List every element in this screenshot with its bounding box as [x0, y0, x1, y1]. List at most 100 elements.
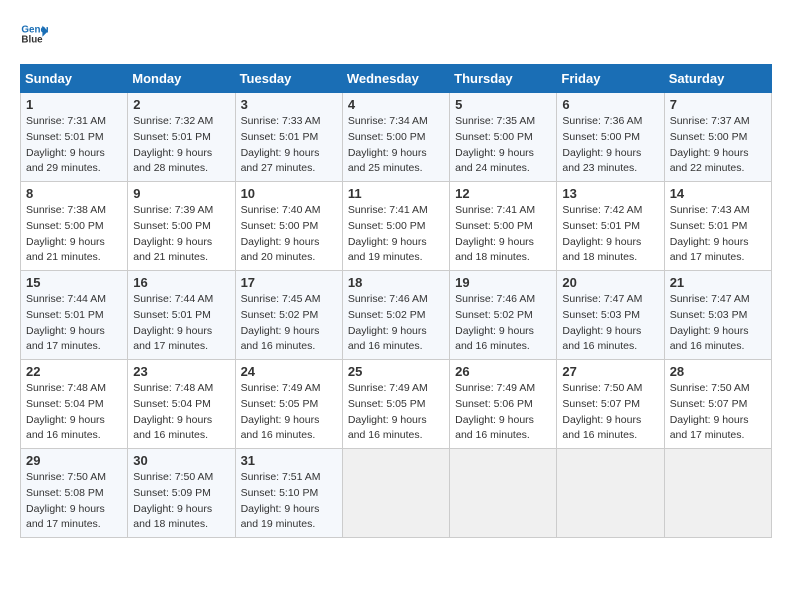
calendar-cell: 9Sunrise: 7:39 AM Sunset: 5:00 PM Daylig… [128, 182, 235, 271]
calendar-week-row: 1 Sunrise: 7:31 AM Sunset: 5:01 PM Daylig… [21, 93, 772, 182]
day-number: 31 [241, 453, 337, 468]
day-info: Sunrise: 7:48 AM Sunset: 5:04 PM Dayligh… [133, 381, 229, 444]
day-of-week-header: Thursday [450, 65, 557, 93]
day-info: Sunrise: 7:48 AM Sunset: 5:04 PM Dayligh… [26, 381, 122, 444]
day-info: Sunrise: 7:49 AM Sunset: 5:05 PM Dayligh… [241, 381, 337, 444]
calendar-cell [450, 449, 557, 538]
day-of-week-header: Sunday [21, 65, 128, 93]
day-info: Sunrise: 7:47 AM Sunset: 5:03 PM Dayligh… [670, 292, 766, 355]
header-row: SundayMondayTuesdayWednesdayThursdayFrid… [21, 65, 772, 93]
calendar-cell: 5 Sunrise: 7:35 AM Sunset: 5:00 PM Daylig… [450, 93, 557, 182]
day-number: 13 [562, 186, 658, 201]
day-info: Sunrise: 7:36 AM Sunset: 5:00 PM Dayligh… [562, 114, 658, 177]
calendar-cell: 25 Sunrise: 7:49 AM Sunset: 5:05 PM Dayli… [342, 360, 449, 449]
day-number: 19 [455, 275, 551, 290]
calendar-cell [342, 449, 449, 538]
calendar-header: SundayMondayTuesdayWednesdayThursdayFrid… [21, 65, 772, 93]
day-info: Sunrise: 7:49 AM Sunset: 5:05 PM Dayligh… [348, 381, 444, 444]
calendar-cell: 17 Sunrise: 7:45 AM Sunset: 5:02 PM Dayli… [235, 271, 342, 360]
day-number: 1 [26, 97, 122, 112]
day-info: Sunrise: 7:33 AM Sunset: 5:01 PM Dayligh… [241, 114, 337, 177]
calendar-week-row: 29 Sunrise: 7:50 AM Sunset: 5:08 PM Dayli… [21, 449, 772, 538]
calendar-cell: 10 Sunrise: 7:40 AM Sunset: 5:00 PM Dayli… [235, 182, 342, 271]
logo-icon: General Blue [20, 20, 48, 48]
day-number: 12 [455, 186, 551, 201]
day-number: 29 [26, 453, 122, 468]
calendar-cell: 29 Sunrise: 7:50 AM Sunset: 5:08 PM Dayli… [21, 449, 128, 538]
calendar-cell: 23 Sunrise: 7:48 AM Sunset: 5:04 PM Dayli… [128, 360, 235, 449]
day-info: Sunrise: 7:50 AM Sunset: 5:07 PM Dayligh… [562, 381, 658, 444]
logo: General Blue [20, 20, 52, 48]
day-number: 20 [562, 275, 658, 290]
day-info: Sunrise: 7:46 AM Sunset: 5:02 PM Dayligh… [455, 292, 551, 355]
calendar-cell: 21 Sunrise: 7:47 AM Sunset: 5:03 PM Dayli… [664, 271, 771, 360]
calendar-cell: 4 Sunrise: 7:34 AM Sunset: 5:00 PM Daylig… [342, 93, 449, 182]
svg-text:Blue: Blue [21, 34, 43, 45]
day-number: 5 [455, 97, 551, 112]
day-number: 21 [670, 275, 766, 290]
day-number: 28 [670, 364, 766, 379]
day-number: 7 [670, 97, 766, 112]
day-of-week-header: Monday [128, 65, 235, 93]
calendar-cell: 22 Sunrise: 7:48 AM Sunset: 5:04 PM Dayli… [21, 360, 128, 449]
day-of-week-header: Friday [557, 65, 664, 93]
day-info: Sunrise: 7:50 AM Sunset: 5:08 PM Dayligh… [26, 470, 122, 533]
calendar-cell: 13Sunrise: 7:42 AM Sunset: 5:01 PM Dayli… [557, 182, 664, 271]
day-number: 10 [241, 186, 337, 201]
day-info: Sunrise: 7:47 AM Sunset: 5:03 PM Dayligh… [562, 292, 658, 355]
calendar-table: SundayMondayTuesdayWednesdayThursdayFrid… [20, 64, 772, 538]
day-number: 24 [241, 364, 337, 379]
day-info: Sunrise: 7:34 AM Sunset: 5:00 PM Dayligh… [348, 114, 444, 177]
calendar-cell [664, 449, 771, 538]
calendar-cell: 27Sunrise: 7:50 AM Sunset: 5:07 PM Dayli… [557, 360, 664, 449]
day-info: Sunrise: 7:35 AM Sunset: 5:00 PM Dayligh… [455, 114, 551, 177]
day-info: Sunrise: 7:45 AM Sunset: 5:02 PM Dayligh… [241, 292, 337, 355]
calendar-cell: 28 Sunrise: 7:50 AM Sunset: 5:07 PM Dayli… [664, 360, 771, 449]
day-number: 18 [348, 275, 444, 290]
calendar-cell: 3 Sunrise: 7:33 AM Sunset: 5:01 PM Daylig… [235, 93, 342, 182]
day-info: Sunrise: 7:40 AM Sunset: 5:00 PM Dayligh… [241, 203, 337, 266]
day-info: Sunrise: 7:32 AM Sunset: 5:01 PM Dayligh… [133, 114, 229, 177]
day-info: Sunrise: 7:44 AM Sunset: 5:01 PM Dayligh… [133, 292, 229, 355]
day-number: 3 [241, 97, 337, 112]
calendar-cell: 24 Sunrise: 7:49 AM Sunset: 5:05 PM Dayli… [235, 360, 342, 449]
day-number: 6 [562, 97, 658, 112]
calendar-cell: 8 Sunrise: 7:38 AM Sunset: 5:00 PM Daylig… [21, 182, 128, 271]
calendar-week-row: 8 Sunrise: 7:38 AM Sunset: 5:00 PM Daylig… [21, 182, 772, 271]
day-info: Sunrise: 7:50 AM Sunset: 5:09 PM Dayligh… [133, 470, 229, 533]
calendar-cell: 19 Sunrise: 7:46 AM Sunset: 5:02 PM Dayli… [450, 271, 557, 360]
calendar-cell: 16Sunrise: 7:44 AM Sunset: 5:01 PM Dayli… [128, 271, 235, 360]
calendar-cell: 30Sunrise: 7:50 AM Sunset: 5:09 PM Dayli… [128, 449, 235, 538]
day-info: Sunrise: 7:39 AM Sunset: 5:00 PM Dayligh… [133, 203, 229, 266]
calendar-cell: 31 Sunrise: 7:51 AM Sunset: 5:10 PM Dayli… [235, 449, 342, 538]
calendar-week-row: 15 Sunrise: 7:44 AM Sunset: 5:01 PM Dayli… [21, 271, 772, 360]
calendar-body: 1 Sunrise: 7:31 AM Sunset: 5:01 PM Daylig… [21, 93, 772, 538]
calendar-cell: 12 Sunrise: 7:41 AM Sunset: 5:00 PM Dayli… [450, 182, 557, 271]
day-number: 23 [133, 364, 229, 379]
day-number: 2 [133, 97, 229, 112]
calendar-cell [557, 449, 664, 538]
day-info: Sunrise: 7:37 AM Sunset: 5:00 PM Dayligh… [670, 114, 766, 177]
day-of-week-header: Saturday [664, 65, 771, 93]
calendar-cell: 1 Sunrise: 7:31 AM Sunset: 5:01 PM Daylig… [21, 93, 128, 182]
day-number: 17 [241, 275, 337, 290]
calendar-cell: 7 Sunrise: 7:37 AM Sunset: 5:00 PM Daylig… [664, 93, 771, 182]
calendar-cell: 18Sunrise: 7:46 AM Sunset: 5:02 PM Dayli… [342, 271, 449, 360]
day-number: 25 [348, 364, 444, 379]
calendar-cell: 6 Sunrise: 7:36 AM Sunset: 5:00 PM Daylig… [557, 93, 664, 182]
day-info: Sunrise: 7:31 AM Sunset: 5:01 PM Dayligh… [26, 114, 122, 177]
calendar-cell: 14Sunrise: 7:43 AM Sunset: 5:01 PM Dayli… [664, 182, 771, 271]
day-number: 22 [26, 364, 122, 379]
day-number: 11 [348, 186, 444, 201]
calendar-cell: 2 Sunrise: 7:32 AM Sunset: 5:01 PM Daylig… [128, 93, 235, 182]
day-info: Sunrise: 7:51 AM Sunset: 5:10 PM Dayligh… [241, 470, 337, 533]
day-number: 8 [26, 186, 122, 201]
day-number: 4 [348, 97, 444, 112]
day-info: Sunrise: 7:44 AM Sunset: 5:01 PM Dayligh… [26, 292, 122, 355]
day-info: Sunrise: 7:50 AM Sunset: 5:07 PM Dayligh… [670, 381, 766, 444]
day-number: 26 [455, 364, 551, 379]
page-header: General Blue [20, 20, 772, 48]
day-info: Sunrise: 7:38 AM Sunset: 5:00 PM Dayligh… [26, 203, 122, 266]
day-info: Sunrise: 7:41 AM Sunset: 5:00 PM Dayligh… [455, 203, 551, 266]
day-number: 15 [26, 275, 122, 290]
